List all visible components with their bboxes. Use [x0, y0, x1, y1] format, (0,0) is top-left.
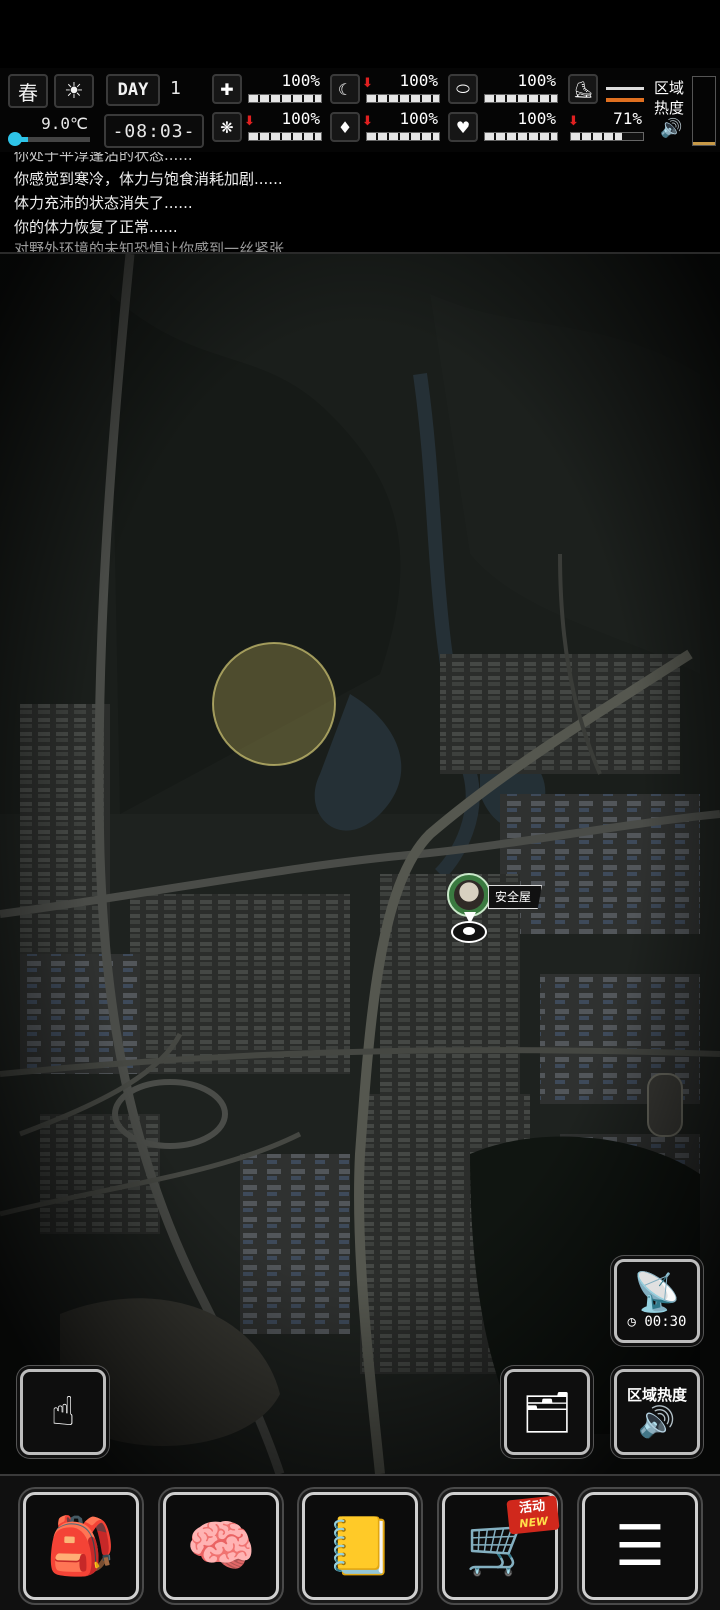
brain-head-icon: 🧠	[186, 1514, 256, 1579]
location-pin-icon[interactable]	[451, 921, 487, 943]
radar-scan-button[interactable]: 📡 ◷ 00:30	[614, 1259, 700, 1343]
folder-location-icon: 🗂	[521, 1389, 573, 1436]
log-line: 对野外环境的未知恐惧让你感到一丝紧张......	[14, 240, 313, 254]
stat-health-value: 100%	[281, 71, 320, 90]
avatar	[454, 880, 484, 910]
log-line: 你感觉到寒冷，体力与饱食消耗加剧......	[14, 170, 283, 188]
backpack-button[interactable]: 🎒	[23, 1492, 139, 1600]
temperature-value: 9.0℃	[41, 114, 88, 133]
log-line: 你的体力恢复了正常......	[14, 218, 178, 236]
tap-hand-icon: ☝	[50, 1389, 76, 1435]
stat-hunger[interactable]: ☾ ⬇ 100%	[330, 71, 442, 106]
bottom-nav: 🎒 🧠 📒 🛒 ☰	[0, 1474, 720, 1610]
stat-medicine-value: 100%	[517, 71, 556, 90]
stat-mood-value: 100%	[517, 109, 556, 128]
stat-stamina-value: 71%	[613, 109, 642, 128]
stat-mental-bar	[248, 132, 322, 141]
boot-durability-line	[606, 87, 644, 90]
stat-hunger-bar	[366, 94, 440, 103]
explore-button[interactable]: ☝	[20, 1369, 106, 1455]
stomach-icon: ☾	[330, 74, 360, 104]
event-log[interactable]: 你处于平淳蓬沾的状态...... 你感觉到寒冷，体力与饱食消耗加剧...... …	[0, 152, 720, 254]
backpack-icon: 🎒	[46, 1514, 116, 1579]
water-drop-icon: ♦	[330, 112, 360, 142]
radar-timer-value: 00:30	[644, 1314, 687, 1330]
menu-button[interactable]: ☰	[582, 1492, 698, 1600]
medkit-icon: ✚	[212, 74, 242, 104]
area-heat-button[interactable]: 区域热度 🔊	[614, 1369, 700, 1455]
stat-stamina-bar	[570, 132, 644, 141]
badge-bottom-text: NEW	[518, 1514, 549, 1531]
area-heat-button-label: 区域热度	[626, 1385, 687, 1404]
stat-mood-bar	[484, 132, 558, 141]
safe-house-label[interactable]: 安全屋	[488, 885, 543, 909]
down-arrow-icon: ⬇	[362, 114, 373, 129]
stat-stamina[interactable]: ⬇ 71%	[566, 109, 646, 144]
temperature-gauge: 9.0℃	[8, 112, 92, 146]
map-terrain	[0, 254, 720, 1474]
thermometer-icon	[8, 132, 22, 146]
stat-health[interactable]: ✚ 100%	[212, 71, 324, 106]
shop-new-badge: 活动 NEW	[506, 1495, 560, 1535]
stat-mood[interactable]: ♥ 100%	[448, 109, 560, 144]
season-indicator: 春	[8, 74, 48, 108]
stat-hunger-value: 100%	[399, 71, 438, 90]
brain-icon: ❋	[212, 112, 242, 142]
down-arrow-icon: ⬇	[568, 114, 579, 129]
map-folder-button[interactable]: 🗂	[504, 1369, 590, 1455]
player-avatar-marker[interactable]	[447, 873, 491, 917]
journal-button[interactable]: 📒	[302, 1492, 418, 1600]
stat-mental[interactable]: ❋ ⬇ 100%	[212, 109, 324, 144]
game-clock: -08:03-	[104, 114, 204, 148]
pill-icon: ⬭	[448, 74, 478, 104]
log-line: 你处于平淳蓬沾的状态......	[14, 152, 193, 164]
day-number: 1	[170, 78, 181, 99]
radar-timer: ◷ 00:30	[627, 1314, 687, 1330]
notebook-icon: 📒	[325, 1514, 395, 1579]
stat-mental-value: 100%	[281, 109, 320, 128]
stat-medicine-bar	[484, 94, 558, 103]
menu-list-icon: ☰	[614, 1513, 666, 1579]
speaker-icon[interactable]: 🔊	[660, 118, 682, 139]
boot-wear-line	[606, 98, 644, 102]
stat-thirst[interactable]: ♦ ⬇ 100%	[330, 109, 442, 144]
skills-button[interactable]: 🧠	[163, 1492, 279, 1600]
stat-thirst-value: 100%	[399, 109, 438, 128]
area-heat-label: 区域热度	[654, 79, 685, 117]
satellite-dish-icon: 📡	[633, 1270, 681, 1314]
temperature-bar	[14, 137, 90, 142]
stat-health-bar	[248, 94, 322, 103]
satellite-map[interactable]: 安全屋	[0, 254, 720, 1474]
speaker-puzzle-icon: 🔊	[638, 1404, 676, 1440]
sun-icon: ☀	[54, 74, 94, 108]
boot-icon[interactable]: ⛸	[568, 74, 598, 104]
stat-thirst-bar	[366, 132, 440, 141]
heart-icon: ♥	[448, 112, 478, 142]
stat-medicine[interactable]: ⬭ 100%	[448, 71, 560, 106]
log-line: 体力充沛的状态消失了......	[14, 194, 193, 212]
day-label: DAY	[106, 74, 160, 106]
down-arrow-icon: ⬇	[244, 114, 255, 129]
area-heat-meter	[692, 76, 716, 146]
down-arrow-icon: ⬇	[362, 76, 373, 91]
status-hud: 春 ☀ 9.0℃ DAY 1 -08:03- ✚ 100% ☾ ⬇ 100% ⬭…	[0, 68, 720, 152]
